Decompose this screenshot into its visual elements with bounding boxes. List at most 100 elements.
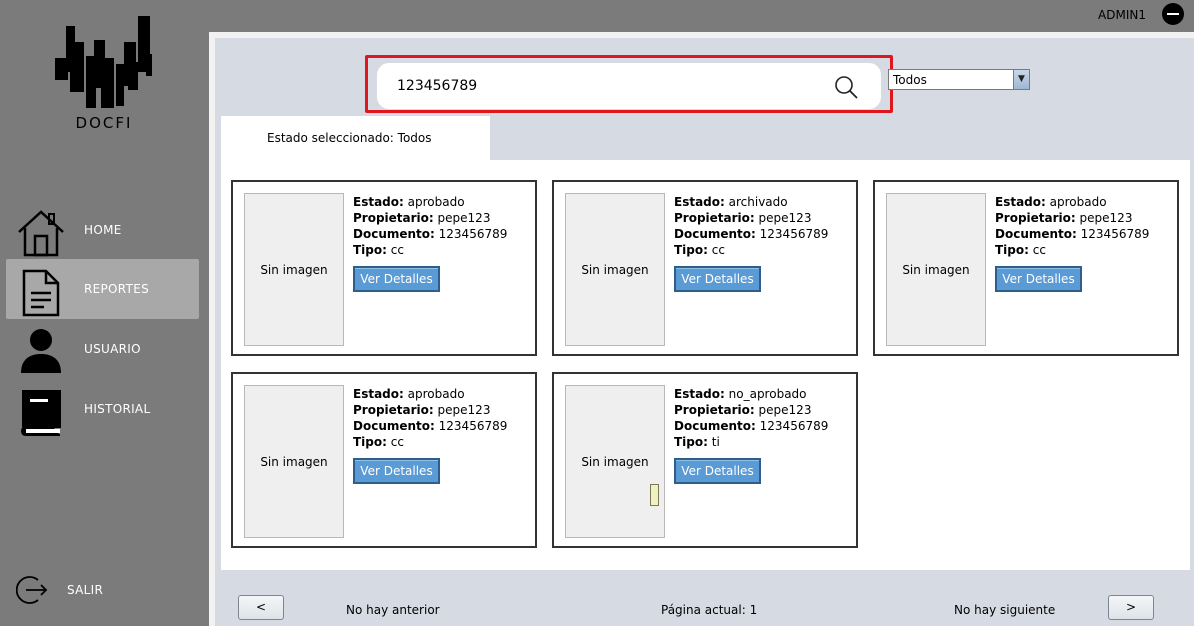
estado-label: Estado: (353, 387, 404, 401)
tab-label: Estado seleccionado: Todos (267, 131, 432, 145)
home-icon (16, 208, 66, 257)
sidebar-item-home[interactable]: HOME (6, 200, 199, 260)
logo-text: DOCFI (75, 114, 133, 132)
estado-label: Estado: (353, 195, 404, 209)
propietario-value: pepe123 (437, 211, 491, 225)
sidebar-item-reportes[interactable]: REPORTES (6, 259, 199, 319)
tipo-value: ti (711, 435, 720, 449)
card-info: Estado: aprobado Propietario: pepe123 Do… (353, 194, 507, 258)
search-input[interactable] (397, 76, 817, 96)
card-info: Estado: no_aprobado Propietario: pepe123… (674, 386, 828, 450)
no-image-text: Sin imagen (902, 263, 970, 277)
documento-value: 123456789 (438, 227, 508, 241)
propietario-label: Propietario: (995, 211, 1076, 225)
estado-value: aprobado (407, 195, 465, 209)
document-card: Sin imagen Estado: aprobado Propietario:… (873, 180, 1179, 356)
sidebar-item-historial[interactable]: HISTORIAL (6, 379, 199, 439)
ver-detalles-button[interactable]: Ver Detalles (353, 266, 440, 292)
ver-detalles-button[interactable]: Ver Detalles (995, 266, 1082, 292)
card-info: Estado: aprobado Propietario: pepe123 Do… (995, 194, 1149, 258)
documento-label: Documento: (353, 227, 435, 241)
tipo-label: Tipo: (674, 243, 708, 257)
resize-handle[interactable] (650, 484, 659, 506)
estado-filter-value: Todos (893, 73, 927, 87)
no-image-text: Sin imagen (260, 263, 328, 277)
next-page-button[interactable]: > (1108, 595, 1154, 620)
tipo-label: Tipo: (353, 435, 387, 449)
chevron-down-icon[interactable]: ▼ (1013, 70, 1029, 89)
estado-value: archivado (728, 195, 788, 209)
image-placeholder: Sin imagen (244, 193, 344, 346)
card-info: Estado: aprobado Propietario: pepe123 Do… (353, 386, 507, 450)
next-page-status: No hay siguiente (954, 603, 1056, 617)
propietario-label: Propietario: (674, 211, 755, 225)
no-image-text: Sin imagen (260, 455, 328, 469)
documento-label: Documento: (995, 227, 1077, 241)
tipo-value: cc (390, 243, 404, 257)
sidebar-item-label: HISTORIAL (84, 402, 151, 416)
estado-label: Estado: (674, 195, 725, 209)
search-box (377, 63, 881, 109)
current-page-label: Página actual: 1 (661, 603, 758, 617)
tipo-label: Tipo: (674, 435, 708, 449)
propietario-value: pepe123 (758, 211, 812, 225)
image-placeholder: Sin imagen (886, 193, 986, 346)
propietario-value: pepe123 (1079, 211, 1133, 225)
logout-icon (15, 573, 50, 611)
logout-button[interactable]: SALIR (14, 572, 154, 608)
sidebar-item-label: REPORTES (84, 282, 149, 296)
logout-label: SALIR (67, 583, 104, 597)
ver-detalles-button[interactable]: Ver Detalles (674, 458, 761, 484)
sidebar-item-label: USUARIO (84, 342, 141, 356)
ver-detalles-button[interactable]: Ver Detalles (674, 266, 761, 292)
tab-estado-seleccionado[interactable]: Estado seleccionado: Todos (221, 116, 490, 161)
estado-value: aprobado (1049, 195, 1107, 209)
sidebar-item-usuario[interactable]: USUARIO (6, 319, 199, 379)
minus-circle-icon[interactable] (1162, 3, 1184, 25)
propietario-value: pepe123 (437, 403, 491, 417)
search-icon[interactable] (833, 74, 859, 100)
sidebar: DOCFI HOME REPORTES USUARIO HISTORIAL SA… (0, 0, 209, 626)
no-image-text: Sin imagen (581, 455, 649, 469)
documento-value: 123456789 (1080, 227, 1150, 241)
image-placeholder: Sin imagen (565, 193, 665, 346)
prev-page-button[interactable]: < (238, 595, 284, 620)
document-card: Sin imagen Estado: archivado Propietario… (552, 180, 858, 356)
tipo-label: Tipo: (995, 243, 1029, 257)
tipo-label: Tipo: (353, 243, 387, 257)
documento-label: Documento: (674, 227, 756, 241)
estado-value: aprobado (407, 387, 465, 401)
propietario-value: pepe123 (758, 403, 812, 417)
propietario-label: Propietario: (674, 403, 755, 417)
user-icon (16, 327, 66, 375)
book-icon (16, 387, 66, 436)
image-placeholder: Sin imagen (244, 385, 344, 538)
tipo-value: cc (1032, 243, 1046, 257)
tipo-value: cc (711, 243, 725, 257)
documento-value: 123456789 (438, 419, 508, 433)
prev-page-status: No hay anterior (346, 603, 440, 617)
ver-detalles-button[interactable]: Ver Detalles (353, 458, 440, 484)
card-info: Estado: archivado Propietario: pepe123 D… (674, 194, 828, 258)
document-card: Sin imagen Estado: no_aprobado Propietar… (552, 372, 858, 548)
document-icon (16, 267, 66, 317)
estado-value: no_aprobado (728, 387, 807, 401)
sidebar-item-label: HOME (84, 223, 122, 237)
document-card: Sin imagen Estado: aprobado Propietario:… (231, 180, 537, 356)
propietario-label: Propietario: (353, 211, 434, 225)
documento-label: Documento: (674, 419, 756, 433)
estado-label: Estado: (674, 387, 725, 401)
documento-value: 123456789 (759, 227, 829, 241)
estado-label: Estado: (995, 195, 1046, 209)
top-bar: ADMIN1 (0, 0, 1194, 32)
tipo-value: cc (390, 435, 404, 449)
cards-grid: Sin imagen Estado: aprobado Propietario:… (221, 160, 1190, 570)
propietario-label: Propietario: (353, 403, 434, 417)
estado-filter-select[interactable]: Todos ▼ (888, 69, 1030, 90)
document-card: Sin imagen Estado: aprobado Propietario:… (231, 372, 537, 548)
image-placeholder: Sin imagen (565, 385, 665, 538)
documento-value: 123456789 (759, 419, 829, 433)
documento-label: Documento: (353, 419, 435, 433)
no-image-text: Sin imagen (581, 263, 649, 277)
current-user-label: ADMIN1 (1098, 8, 1146, 22)
